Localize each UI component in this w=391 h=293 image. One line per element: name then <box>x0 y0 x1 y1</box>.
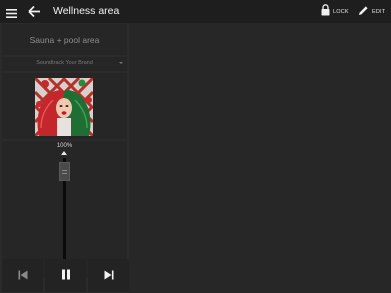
edit-label: EDIT <box>372 8 386 15</box>
page-title: Wellness area <box>53 5 120 17</box>
zone-side-panel: Sauna + pool area Soundtrack Your Brand <box>0 23 129 293</box>
dropdown-caret-icon <box>119 62 123 64</box>
volume-control: 100% <box>2 141 127 278</box>
top-app-bar: Wellness area LOCK EDIT <box>0 0 391 23</box>
pause-icon <box>61 267 71 285</box>
music-source-select[interactable]: Soundtrack Your Brand <box>2 57 127 71</box>
album-art-image <box>33 76 95 138</box>
skip-previous-icon <box>18 267 28 285</box>
source-selected-value: Soundtrack Your Brand <box>36 60 93 66</box>
lock-button[interactable]: LOCK <box>321 3 349 21</box>
zone-main-area <box>129 23 391 293</box>
volume-slider-handle[interactable] <box>59 162 70 181</box>
lock-label: LOCK <box>333 8 349 15</box>
volume-up-icon[interactable] <box>61 151 67 155</box>
volume-level-label: 100% <box>56 143 73 149</box>
pause-button[interactable] <box>45 259 86 292</box>
back-arrow-icon[interactable] <box>28 5 42 18</box>
pencil-icon <box>358 3 369 21</box>
edit-button[interactable]: EDIT <box>358 5 385 18</box>
menu-icon[interactable] <box>6 6 18 18</box>
lock-icon <box>321 3 330 21</box>
next-track-button[interactable] <box>88 259 129 292</box>
album-art-panel <box>2 73 127 139</box>
skip-next-icon <box>104 267 114 285</box>
playback-controls <box>0 259 129 293</box>
previous-track-button[interactable] <box>2 259 43 292</box>
zone-name-button[interactable]: Sauna + pool area <box>2 24 127 55</box>
